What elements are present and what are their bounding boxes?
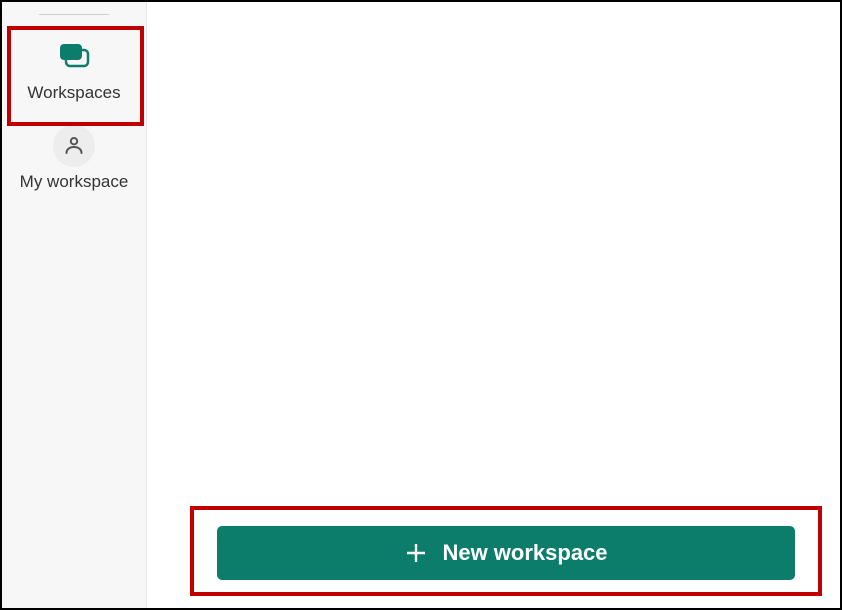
left-sidebar: Workspaces My workspace — [2, 2, 147, 608]
workspaces-stack-icon — [54, 39, 94, 78]
sidebar-item-my-workspace[interactable]: My workspace — [2, 121, 146, 196]
app-window: Workspaces My workspace New workspace — [0, 0, 842, 610]
new-workspace-button[interactable]: New workspace — [217, 526, 795, 580]
main-content-area — [147, 2, 840, 608]
sidebar-top-divider — [39, 14, 109, 15]
plus-icon — [404, 541, 428, 565]
sidebar-item-label: Workspaces — [27, 82, 120, 103]
person-icon — [53, 125, 95, 167]
new-workspace-button-label: New workspace — [442, 540, 607, 566]
sidebar-item-workspaces[interactable]: Workspaces — [2, 35, 146, 107]
sidebar-item-label: My workspace — [20, 171, 129, 192]
